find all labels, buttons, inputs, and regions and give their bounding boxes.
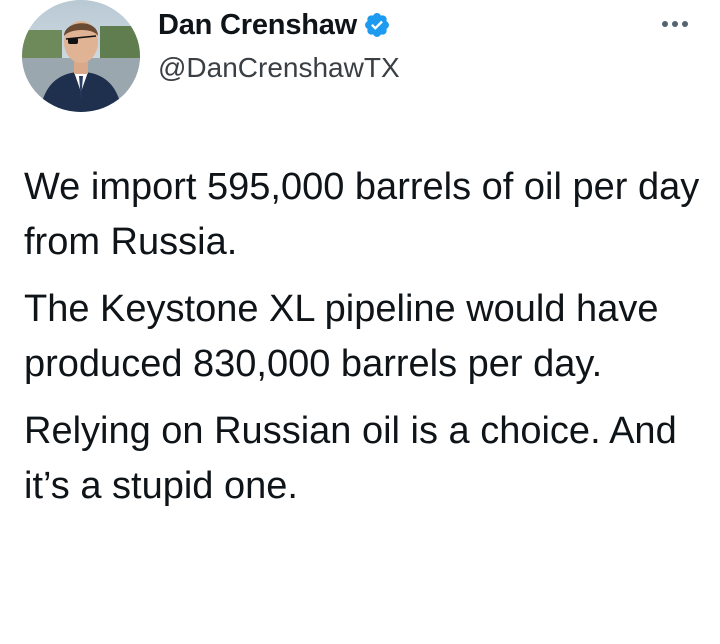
more-options-button[interactable] — [652, 10, 698, 38]
tweet-paragraph: Relying on Russian oil is a choice. And … — [24, 410, 677, 507]
author-name-row[interactable]: Dan Crenshaw — [158, 5, 391, 45]
tweet-paragraph: The Keystone XL pipeline would have prod… — [24, 288, 659, 385]
tweet-text: We import 595,000 barrels of oil per day… — [24, 160, 704, 514]
author-handle[interactable]: @DanCrenshawTX — [158, 48, 400, 88]
more-horizontal-icon — [672, 21, 678, 27]
verified-badge-icon — [363, 11, 391, 39]
profile-photo — [22, 0, 140, 112]
more-horizontal-icon — [682, 21, 688, 27]
more-horizontal-icon — [662, 21, 668, 27]
tweet-paragraph: We import 595,000 barrels of oil per day… — [24, 166, 700, 263]
author-display-name[interactable]: Dan Crenshaw — [158, 5, 357, 45]
avatar[interactable] — [22, 0, 140, 112]
